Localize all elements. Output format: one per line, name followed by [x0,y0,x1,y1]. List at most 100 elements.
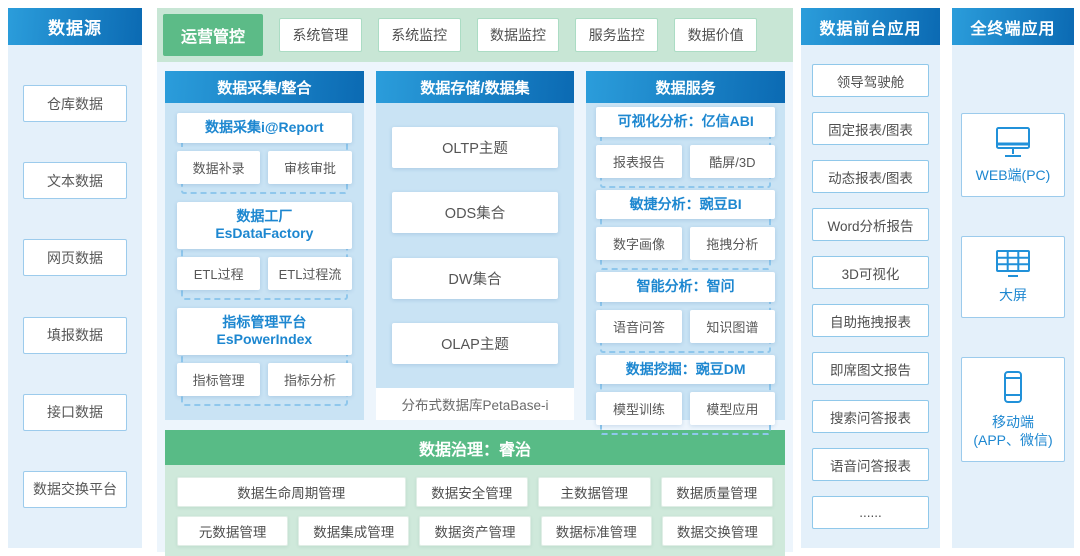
services-item-model-apply: 模型应用 [689,392,776,425]
collect-group-datafactory: 数据工厂 EsDataFactory ETL过程 ETL过程流 [177,201,352,300]
ops-item-data-monitor: 数据监控 [476,18,560,52]
services-item-knowledge-graph: 知识图谱 [689,309,776,343]
data-source-item-api: 接口数据 [23,393,127,431]
collect-header: 数据采集/整合 [165,71,364,103]
architecture-diagram: 数据源 仓库数据 文本数据 网页数据 填报数据 接口数据 数据交换平台 运营管控… [0,0,1080,556]
gov-item-metadata: 元数据管理 [177,516,289,546]
collect-column: 数据采集/整合 数据采集i@Report 数据补录 审核审批 数据工厂 EsDa… [165,71,364,420]
collect-item-etl-process: ETL过程 [177,256,261,290]
group-title-line: 指标管理平台 [222,313,307,330]
storage-header: 数据存储/数据集 [375,71,575,103]
gov-item-security: 数据安全管理 [415,477,529,507]
services-item-drag-analysis: 拖拽分析 [689,227,776,260]
gov-item-asset: 数据资产管理 [419,516,531,546]
gov-item-quality: 数据质量管理 [660,477,774,507]
services-group-bi-items: 数字画像 拖拽分析 [596,227,776,260]
data-source-item-text: 文本数据 [23,162,127,200]
front-app-search-qa: 搜索问答报表 [812,400,929,433]
front-app-fixed-report: 固定报表/图表 [812,112,929,145]
collect-group-ireport: 数据采集i@Report 数据补录 审核审批 [177,113,352,194]
gov-item-lifecycle: 数据生命周期管理 [177,477,406,507]
services-group-zhiwen: 智能分析：智问 语音问答 知识图谱 [596,272,776,353]
data-source-item-warehouse: 仓库数据 [23,85,127,123]
collect-item-index-analysis: 指标分析 [268,362,352,396]
terminal-label: 移动端 (APP、微信) [973,413,1052,449]
collect-group-datafactory-items: ETL过程 ETL过程流 [177,256,352,290]
front-app-voice-qa: 语音问答报表 [812,448,929,481]
collect-body: 数据采集i@Report 数据补录 审核审批 数据工厂 EsDataFactor… [165,103,364,420]
storage-item-olap: OLAP主题 [391,322,559,364]
front-app-word-report: Word分析报告 [812,208,929,241]
collect-item-index-mgmt: 指标管理 [177,362,261,396]
gov-item-master-data: 主数据管理 [538,477,651,507]
data-sources-list: 仓库数据 文本数据 网页数据 填报数据 接口数据 数据交换平台 [8,45,142,548]
collect-group-ireport-title: 数据采集i@Report [177,113,352,143]
group-title-line: EsPowerIndex [216,331,313,348]
services-item-voice-qa: 语音问答 [596,309,682,343]
governance-section: 数据治理：睿治 数据生命周期管理 数据安全管理 主数据管理 数据质量管理 元数据… [165,430,785,556]
collect-item-audit-approve: 审核审批 [268,150,352,184]
front-app-selfservice-drag: 自助拖拽报表 [812,304,929,337]
ops-item-data-value: 数据价值 [674,18,757,52]
collect-group-powerindex-items: 指标管理 指标分析 [177,362,352,396]
services-header: 数据服务 [586,71,786,103]
group-title-line: EsDataFactory [215,225,314,242]
services-group-dm-items: 模型训练 模型应用 [596,392,776,425]
collect-group-datafactory-title: 数据工厂 EsDataFactory [177,201,352,249]
collect-group-powerindex: 指标管理平台 EsPowerIndex 指标管理 指标分析 [177,307,352,406]
services-item-model-training: 模型训练 [596,392,682,425]
governance-row-2: 元数据管理 数据集成管理 数据资产管理 数据标准管理 数据交换管理 [177,516,774,546]
governance-row-1: 数据生命周期管理 数据安全管理 主数据管理 数据质量管理 [177,477,774,507]
services-item-digital-portrait: 数字画像 [596,227,682,260]
gov-item-integration: 数据集成管理 [298,516,410,546]
terminal-web-pc: WEB端(PC) [961,112,1065,197]
services-group-zhiwen-items: 语音问答 知识图谱 [596,309,776,343]
services-group-zhiwen-title: 智能分析：智问 [596,272,776,302]
monitor-icon [992,126,1034,159]
collect-group-ireport-items: 数据补录 审核审批 [177,150,352,184]
front-apps-list: 领导驾驶舱 固定报表/图表 动态报表/图表 Word分析报告 3D可视化 自助拖… [801,45,940,548]
group-title-line: 数据采集i@Report [205,119,324,136]
services-group-abi-items: 报表报告 酷屏/3D [596,144,776,178]
services-body: 可视化分析：亿信ABI 报表报告 酷屏/3D 敏捷分析：豌豆BI 数字画像 拖拽… [586,103,785,441]
terminals-header: 全终端应用 [952,8,1074,45]
front-app-3d-visual: 3D可视化 [812,256,929,289]
terminal-bigscreen: 大屏 [961,236,1065,318]
platform-columns: 数据采集/整合 数据采集i@Report 数据补录 审核审批 数据工厂 EsDa… [165,71,786,435]
front-app-adhoc-report: 即席图文报告 [812,352,929,385]
ops-control-title: 运营管控 [163,14,263,56]
terminals-panel: 全终端应用 WEB端(PC) 大屏 移动端 (APP、微信) [952,8,1074,548]
ops-item-system-monitor: 系统监控 [377,18,461,52]
services-group-abi: 可视化分析：亿信ABI 报表报告 酷屏/3D [596,107,776,188]
services-group-bi-title: 敏捷分析：豌豆BI [596,189,776,219]
front-app-cockpit: 领导驾驶舱 [812,64,929,97]
services-group-dm: 数据挖掘：豌豆DM 模型训练 模型应用 [596,354,776,435]
collect-item-data-supplement: 数据补录 [177,150,261,184]
storage-column: 数据存储/数据集 OLTP主题 ODS集合 DW集合 OLAP主题 分布式数据库… [375,71,575,420]
gov-item-standard: 数据标准管理 [540,516,652,546]
data-sources-panel: 数据源 仓库数据 文本数据 网页数据 填报数据 接口数据 数据交换平台 [8,8,142,548]
front-apps-header: 数据前台应用 [801,8,940,45]
storage-item-ods: ODS集合 [391,192,559,234]
services-column: 数据服务 可视化分析：亿信ABI 报表报告 酷屏/3D 敏捷分析：豌豆BI 数字… [586,71,786,435]
terminal-label: 大屏 [999,287,1027,304]
platform-panel: 运营管控 系统管理 系统监控 数据监控 服务监控 数据价值 数据采集/整合 数据… [157,8,793,556]
services-item-report: 报表报告 [596,144,682,178]
storage-item-dw: DW集合 [391,257,559,299]
data-sources-header: 数据源 [8,8,142,45]
group-title-line: 数据工厂 [236,207,293,224]
collect-group-powerindex-title: 指标管理平台 EsPowerIndex [177,307,352,355]
terminal-label: WEB端(PC) [975,166,1051,183]
data-source-item-web: 网页数据 [23,239,127,277]
ops-item-system-mgmt: 系统管理 [279,18,362,52]
bigscreen-icon [992,249,1034,279]
terminal-label-line: (APP、微信) [973,432,1053,449]
terminal-mobile: 移动端 (APP、微信) [961,357,1065,463]
front-apps-panel: 数据前台应用 领导驾驶舱 固定报表/图表 动态报表/图表 Word分析报告 3D… [801,8,940,548]
data-source-item-exchange: 数据交换平台 [23,470,127,508]
ops-control-bar: 运营管控 系统管理 系统监控 数据监控 服务监控 数据价值 [157,8,793,62]
services-group-dm-title: 数据挖掘：豌豆DM [596,354,776,384]
storage-item-oltp: OLTP主题 [391,127,559,169]
collect-item-etl-flow: ETL过程流 [268,256,352,290]
phone-icon [999,370,1027,406]
